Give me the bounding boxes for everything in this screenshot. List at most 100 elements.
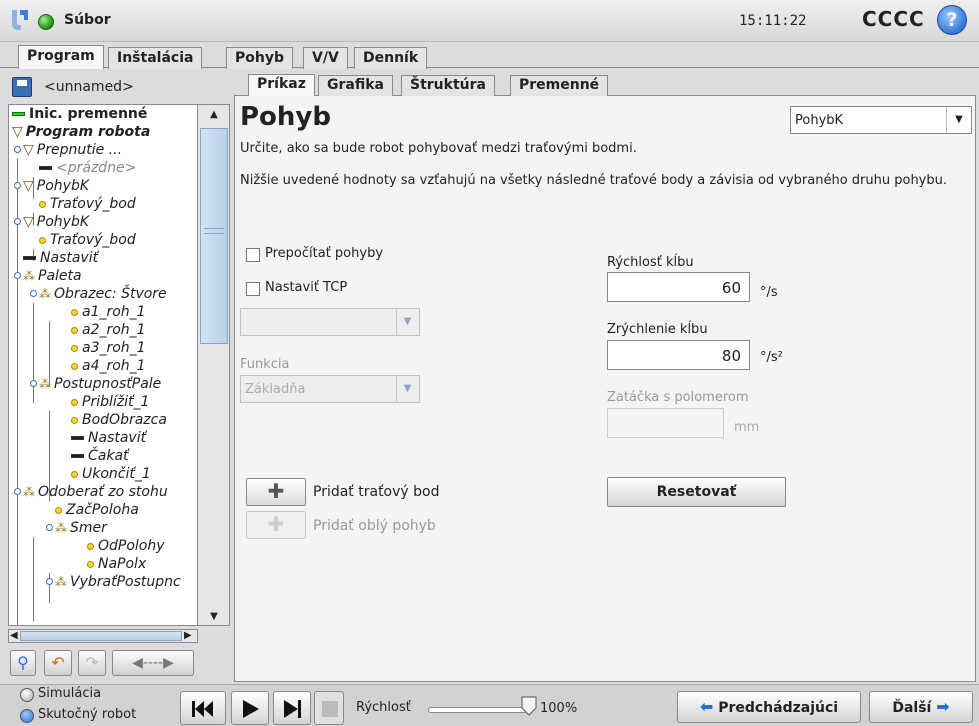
tree-item-label: a3_roh_1 [82,340,146,356]
tree-item[interactable]: a3_roh_1 [71,339,146,357]
search-icon[interactable]: ⚲ [10,650,36,676]
redo-icon[interactable]: ↷ [78,650,106,676]
tab-program[interactable]: Program [18,45,104,69]
tree-item[interactable]: Traťový_bod [39,231,136,249]
stop-button[interactable] [314,691,344,725]
move-type-select[interactable]: PohybK [790,106,972,134]
save-program-icon[interactable] [12,77,32,97]
undo-icon[interactable]: ↶ [44,650,72,676]
speed-slider-handle[interactable] [521,696,537,716]
tree-item-label: a4_roh_1 [82,358,146,374]
tree-item-label: a1_roh_1 [82,304,146,320]
tab-installation[interactable]: Inštalácia [108,47,203,69]
tab-move[interactable]: Pohyb [226,47,293,69]
tcp-select[interactable] [240,308,420,336]
set-tcp-checkbox[interactable] [246,282,260,296]
next-button[interactable]: Ďalší ➡ [869,691,973,723]
tree-item[interactable]: OdPolohy [87,537,165,555]
reset-button[interactable]: Resetovať [607,477,786,507]
tree-item[interactable]: ▽ PohybK [23,177,89,195]
tab-graphics[interactable]: Grafika [318,75,393,96]
scroll-right-icon[interactable]: ▶ [184,630,192,641]
description-text-2: Nižšie uvedené hodnoty sa vzťahujú na vš… [240,173,948,188]
chevron-down-icon[interactable]: ▼ [946,107,971,133]
robot-status-icon[interactable] [38,14,54,30]
speed-label: Rýchlosť [356,700,411,715]
tree-item[interactable]: Čakať [71,447,129,465]
chevron-down-icon[interactable]: ▼ [396,309,418,335]
file-menu[interactable]: Súbor [64,12,111,28]
step-forward-button[interactable] [273,691,311,725]
next-label: Ďalší [892,700,932,716]
previous-button[interactable]: ⬅ Predchádzajúci [677,691,861,723]
tree-item[interactable]: ▽ Program robota [12,123,150,141]
tree-expander-icon[interactable] [14,146,21,153]
tab-command[interactable]: Príkaz [248,74,315,96]
feature-select[interactable]: Základňa [240,375,420,403]
tree-expander-icon[interactable] [30,290,37,297]
tree-expander-icon[interactable] [14,488,21,495]
tree-item[interactable]: Nastaviť [71,429,146,447]
speed-slider[interactable] [428,707,528,713]
tree-item[interactable]: ⁂ Odoberať zo stohu [23,483,168,501]
tree-expander-icon[interactable] [30,380,37,387]
tree-item[interactable]: Inic. premenné [12,105,147,123]
scroll-left-icon[interactable]: ◀ [10,630,18,641]
tree-item[interactable]: ▽ Prepnutie ... [23,141,122,159]
move-node-arrows-icon[interactable]: ◀----▶ [112,650,194,676]
step-back-button[interactable] [180,691,226,725]
tree-expander-icon[interactable] [46,524,53,531]
tree-item[interactable]: ⁂ Obrazec: Štvore [39,285,167,303]
play-button[interactable] [231,691,269,725]
simulation-radio[interactable] [20,688,34,702]
hscroll-thumb[interactable] [20,631,182,641]
tree-item[interactable]: ⁂ Paleta [23,267,82,285]
tree-item[interactable]: a4_roh_1 [71,357,146,375]
add-circle-move-label: Pridať oblý pohyb [313,518,436,534]
blend-radius-input[interactable] [607,408,724,438]
tree-item-label: Traťový_bod [50,196,136,212]
tree-item[interactable]: Traťový_bod [39,195,136,213]
program-tree[interactable]: Inic. premenné ▽ Program robota ▽ Prepnuti… [8,104,198,626]
tree-item-label: Odoberať zo stohu [38,484,168,500]
add-waypoint-button[interactable]: ✚ [246,478,306,506]
chevron-down-icon[interactable]: ▼ [396,376,418,402]
joint-accel-label: Zrýchlenie kĺbu [607,322,708,337]
scroll-up-icon[interactable]: ▲ [200,106,228,124]
tree-item[interactable]: Ukončiť_1 [71,465,151,483]
tab-log[interactable]: Denník [354,47,428,69]
tree-item[interactable]: BodObrazca [71,411,167,429]
tab-variables[interactable]: Premenné [510,75,609,96]
tree-item[interactable]: ⁂ Smer [55,519,107,537]
tree-expander-icon[interactable] [14,218,21,225]
scroll-down-icon[interactable]: ▼ [200,608,228,626]
tree-item[interactable]: ⁂ PostupnosťPale [39,375,161,393]
scroll-grip-icon [204,228,224,234]
tree-item[interactable]: Priblížiť_1 [71,393,149,411]
tree-item[interactable]: NaPolx [87,555,146,573]
real-robot-radio[interactable] [20,709,34,723]
tree-item[interactable]: Nastaviť [23,249,98,267]
tree-expander-icon[interactable] [46,578,53,585]
tree-expander-icon[interactable] [14,272,21,279]
tab-io[interactable]: V/V [303,47,348,69]
recalculate-moves-checkbox[interactable] [246,248,260,262]
tree-item[interactable]: a2_roh_1 [71,321,146,339]
tree-item[interactable]: ZačPoloha [55,501,139,519]
add-circle-move-button[interactable]: ✚ [246,511,306,539]
tree-item[interactable]: <prázdne> [39,159,136,177]
tab-structure[interactable]: Štruktúra [401,75,495,96]
tree-item[interactable]: ▽ PohybK [23,213,89,231]
tree-item[interactable]: a1_roh_1 [71,303,146,321]
clock: 15:11:22 [739,13,807,29]
tree-expander-icon[interactable] [14,182,21,189]
help-icon[interactable]: ? [937,5,967,35]
skip-back-icon [192,701,213,717]
previous-label: Predchádzajúci [718,700,839,716]
set-tcp-label: Nastaviť TCP [265,280,348,295]
joint-speed-input[interactable]: 60 [607,272,750,302]
scroll-thumb[interactable] [200,128,228,344]
tree-item[interactable]: ⁂ VybraťPostupnc [55,573,181,591]
tree-item-label: Ukončiť_1 [82,466,151,482]
joint-accel-input[interactable]: 80 [607,340,750,370]
